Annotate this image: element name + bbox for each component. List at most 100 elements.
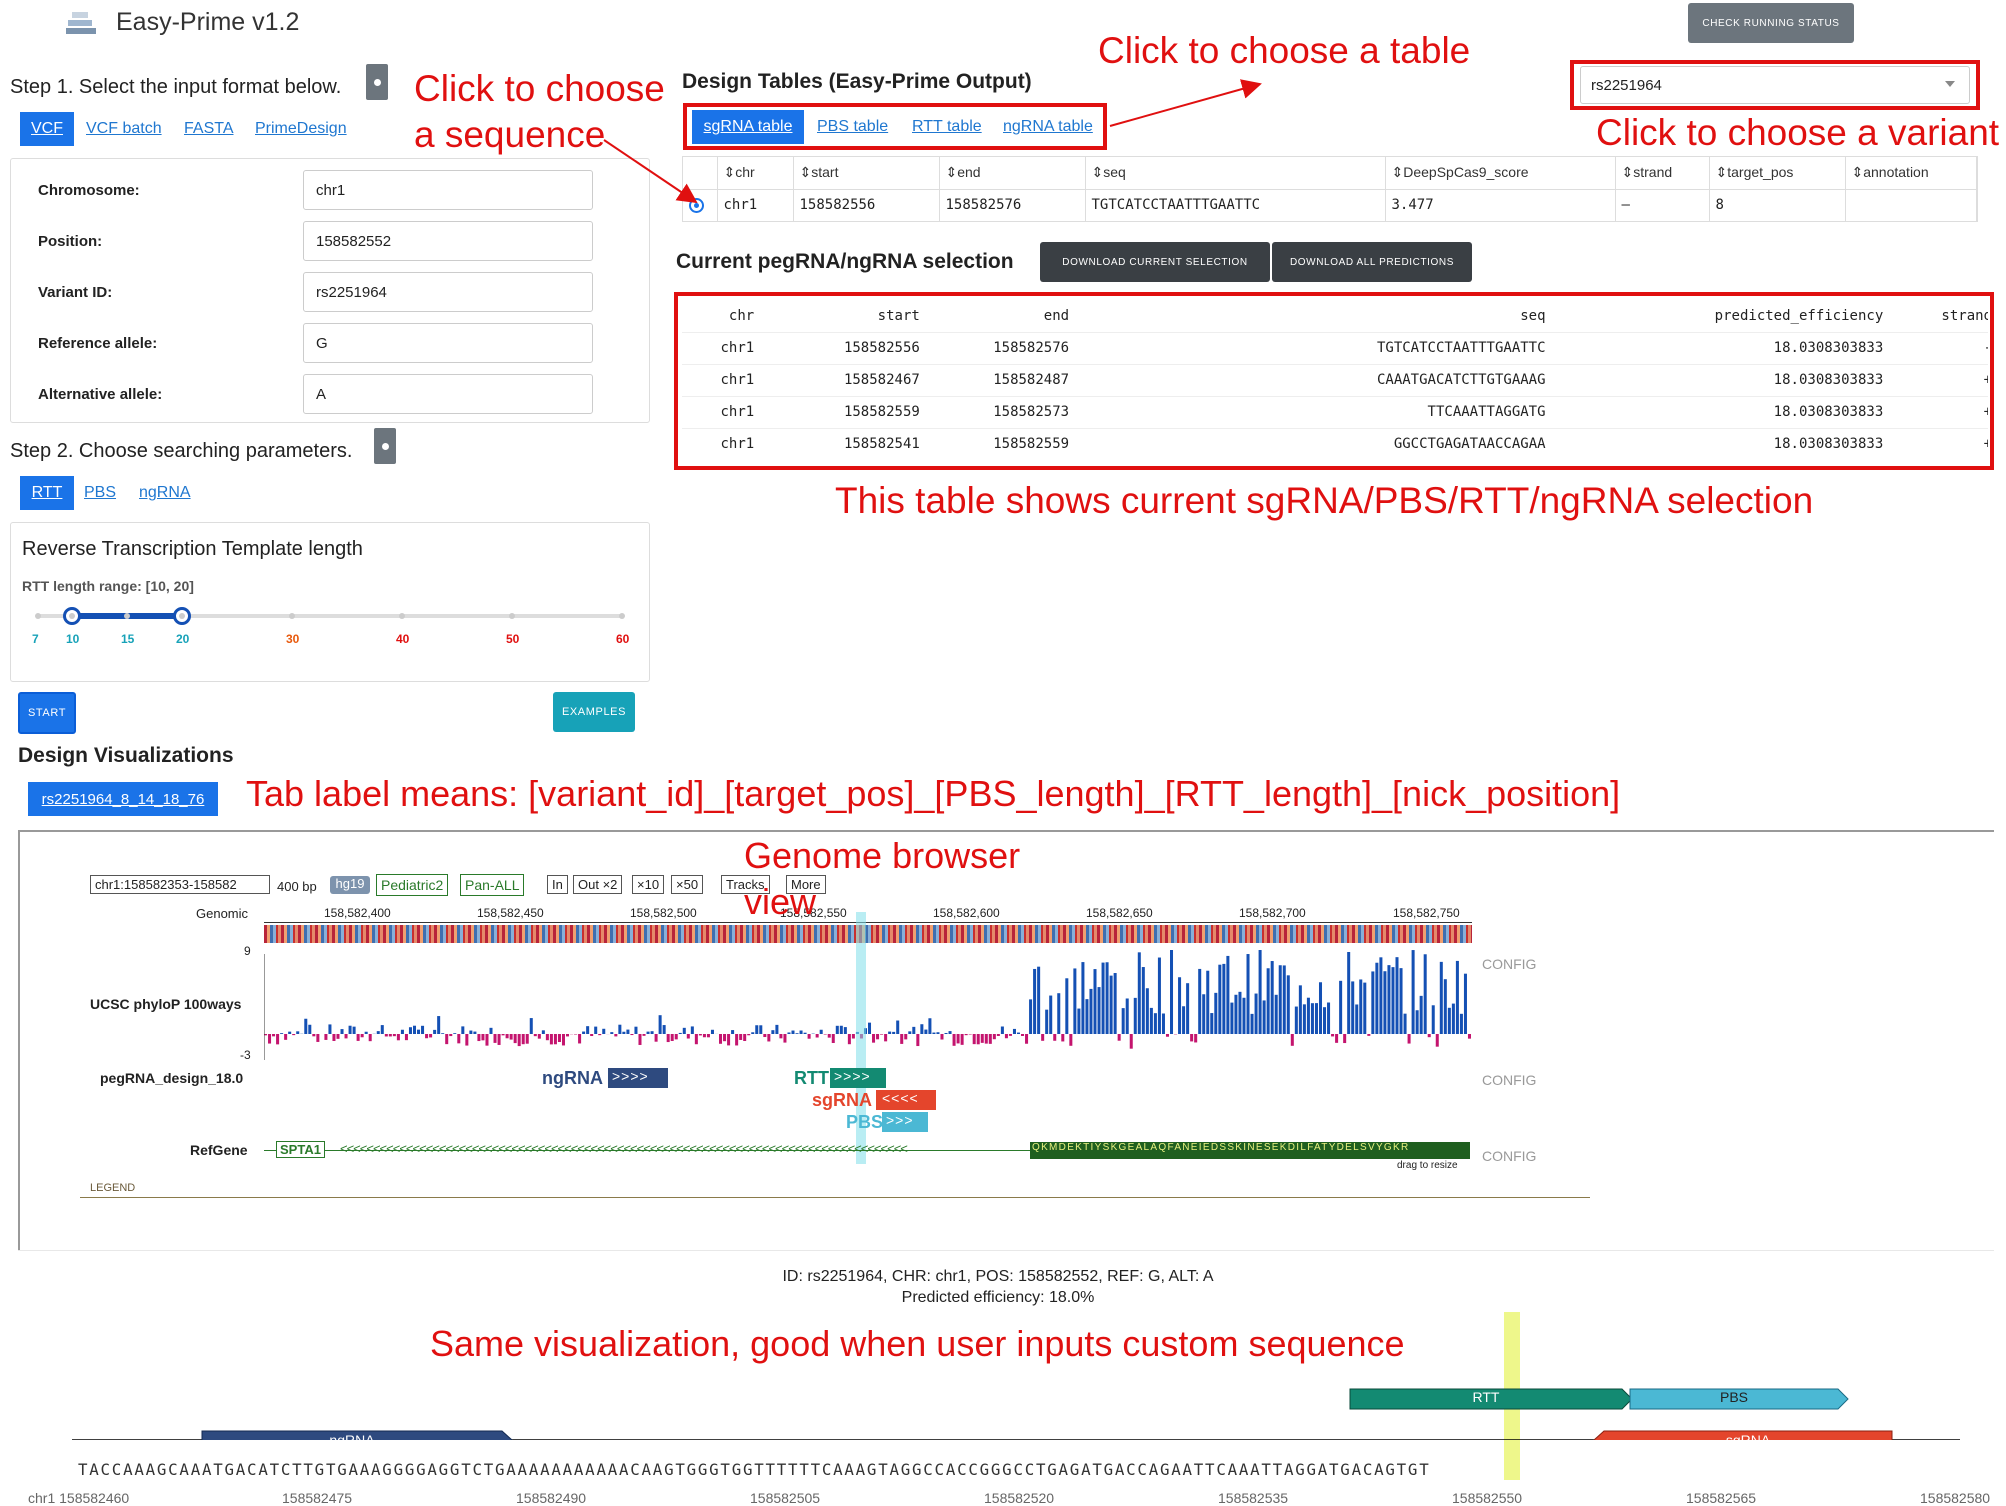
phylop-bar bbox=[1166, 1034, 1169, 1037]
start-button[interactable]: START bbox=[18, 692, 76, 734]
phylop-bar bbox=[316, 1034, 319, 1042]
phylop-bar bbox=[667, 1034, 670, 1042]
phylop-bar bbox=[385, 1034, 388, 1036]
phylop-bar bbox=[703, 1034, 706, 1037]
phylop-bar bbox=[904, 1034, 907, 1039]
amino-acid-track[interactable]: QKMDEKTIYSKGEALAQFANEIEDSSKINESEKDILFATY… bbox=[1030, 1142, 1470, 1159]
phylop-bar bbox=[429, 1034, 432, 1037]
tab-fasta[interactable]: FASTA bbox=[184, 120, 234, 138]
ruler-tick-label: 158,582,750 bbox=[1393, 906, 1460, 920]
tab-primedesign[interactable]: PrimeDesign bbox=[255, 120, 347, 138]
phylop-bar bbox=[679, 1033, 682, 1034]
variant-id-input[interactable]: rs2251964 bbox=[303, 272, 593, 312]
zoom-in-button[interactable]: In bbox=[547, 875, 568, 894]
rtt-browser-feature[interactable]: >>>> bbox=[830, 1068, 886, 1088]
position-input[interactable]: 158582552 bbox=[303, 221, 593, 261]
phylop-bar bbox=[1387, 965, 1390, 1034]
phylop-bar bbox=[1077, 1009, 1080, 1034]
phylop-bar bbox=[377, 1031, 380, 1034]
sortable-header[interactable]: ⇕target_pos bbox=[1709, 157, 1845, 189]
phylop-bar bbox=[1428, 1034, 1431, 1037]
table-row[interactable]: chr1 158582556 158582576 TGTCATCCTAATTTG… bbox=[683, 189, 1977, 221]
pbs-browser-feature[interactable]: >>> bbox=[882, 1112, 928, 1132]
phylop-bar bbox=[655, 1034, 658, 1042]
tab-ngrna[interactable]: ngRNA bbox=[139, 484, 191, 502]
ruler-line bbox=[264, 922, 1472, 923]
tab-pbs[interactable]: PBS bbox=[84, 484, 116, 502]
phylop-bar bbox=[1001, 1027, 1004, 1034]
tab-vcf-batch[interactable]: VCF batch bbox=[86, 120, 162, 138]
sequence-tick-label: 158582490 bbox=[516, 1490, 586, 1506]
sgrna-browser-feature[interactable]: <<<< bbox=[876, 1090, 936, 1110]
sortable-header[interactable]: ⇕seq bbox=[1085, 157, 1385, 189]
config-phylop[interactable]: CONFIG bbox=[1482, 956, 1536, 972]
legend-label[interactable]: LEGEND bbox=[90, 1182, 135, 1194]
phylop-bar bbox=[691, 1026, 694, 1034]
sortable-header[interactable]: ⇕start bbox=[793, 157, 939, 189]
check-running-status-button[interactable]: CHECK RUNNING STATUS bbox=[1688, 3, 1854, 43]
phylop-bar bbox=[1436, 1034, 1439, 1047]
zoom-out-button[interactable]: Out ×2 bbox=[573, 875, 622, 894]
tab-visualization[interactable]: rs2251964_8_14_18_76 bbox=[28, 782, 218, 816]
chromosome-input[interactable]: chr1 bbox=[303, 170, 593, 210]
phylop-bar bbox=[1363, 983, 1366, 1034]
alternative-allele-input[interactable]: A bbox=[303, 374, 593, 414]
phylop-bar bbox=[345, 1034, 348, 1038]
peg-track-label: pegRNA_design_18.0 bbox=[100, 1070, 243, 1086]
alternative-allele-label: Alternative allele: bbox=[38, 386, 162, 403]
zoom-x50-button[interactable]: ×50 bbox=[671, 875, 703, 894]
zoom-x10-button[interactable]: ×10 bbox=[632, 875, 664, 894]
track-button-pediatric2[interactable]: Pediatric2 bbox=[376, 874, 448, 896]
phylop-bar bbox=[892, 1032, 895, 1034]
phylop-bar bbox=[1186, 983, 1189, 1034]
examples-button[interactable]: EXAMPLES bbox=[553, 692, 635, 732]
phylop-bar bbox=[357, 1034, 360, 1041]
gene-name-label[interactable]: SPTA1 bbox=[276, 1141, 325, 1158]
phylop-bar bbox=[1037, 967, 1040, 1034]
sequence-tick-label: chr1 158582460 bbox=[28, 1490, 129, 1506]
ngrna-browser-feature[interactable]: >>>> bbox=[608, 1068, 668, 1088]
phylop-bar bbox=[1383, 971, 1386, 1034]
download-current-selection-button[interactable]: DOWNLOAD CURRENT SELECTION bbox=[1040, 242, 1270, 282]
phylop-bar bbox=[308, 1025, 311, 1034]
info-icon bbox=[382, 443, 389, 450]
phylop-bar bbox=[872, 1034, 875, 1043]
step1-title: Step 1. Select the input format below. bbox=[10, 76, 341, 99]
config-peg[interactable]: CONFIG bbox=[1482, 1072, 1536, 1088]
phylop-bar bbox=[336, 1034, 339, 1039]
drag-resize-label[interactable]: drag to resize bbox=[1397, 1160, 1458, 1171]
config-refgene[interactable]: CONFIG bbox=[1482, 1148, 1536, 1164]
sortable-header[interactable]: ⇕chr bbox=[717, 157, 793, 189]
sortable-header[interactable]: ⇕DeepSpCas9_score bbox=[1385, 157, 1615, 189]
phylop-bar bbox=[900, 1034, 903, 1044]
sortable-header[interactable]: ⇕annotation bbox=[1845, 157, 1977, 189]
phylop-min: -3 bbox=[240, 1048, 251, 1062]
phylop-bar bbox=[328, 1024, 331, 1034]
step1-info-button[interactable] bbox=[366, 64, 388, 100]
phylop-bar bbox=[848, 1034, 851, 1044]
phylop-bar bbox=[361, 1034, 364, 1037]
sortable-header[interactable]: ⇕strand bbox=[1615, 157, 1709, 189]
rtt-tick-mark bbox=[289, 613, 295, 619]
reference-allele-input[interactable]: G bbox=[303, 323, 593, 363]
tab-rtt[interactable]: RTT bbox=[20, 476, 74, 510]
phylop-track[interactable] bbox=[264, 950, 1474, 1062]
sequence-tick-label: 158582475 bbox=[282, 1490, 352, 1506]
phylop-bar bbox=[1307, 998, 1310, 1034]
step2-info-button[interactable] bbox=[374, 428, 396, 464]
phylop-bar bbox=[409, 1027, 412, 1034]
phylop-bar bbox=[494, 1034, 497, 1043]
genomic-sequence-track[interactable] bbox=[264, 925, 1472, 943]
phylop-bar bbox=[1343, 1034, 1346, 1043]
annotation-table-shows: This table shows current sgRNA/PBS/RTT/n… bbox=[835, 482, 1813, 519]
sortable-header[interactable]: ⇕end bbox=[939, 157, 1085, 189]
phylop-bar bbox=[796, 1033, 799, 1034]
phylop-bar bbox=[1391, 967, 1394, 1034]
track-button-pan-all[interactable]: Pan-ALL bbox=[460, 874, 524, 896]
locus-input[interactable]: chr1:158582353-158582 bbox=[90, 875, 270, 894]
download-all-predictions-button[interactable]: DOWNLOAD ALL PREDICTIONS bbox=[1272, 242, 1472, 282]
tab-vcf[interactable]: VCF bbox=[20, 112, 74, 146]
annotation-genome-browser-2: view bbox=[744, 884, 816, 920]
phylop-bar bbox=[735, 1034, 738, 1045]
row-radio-selected[interactable] bbox=[689, 198, 704, 213]
